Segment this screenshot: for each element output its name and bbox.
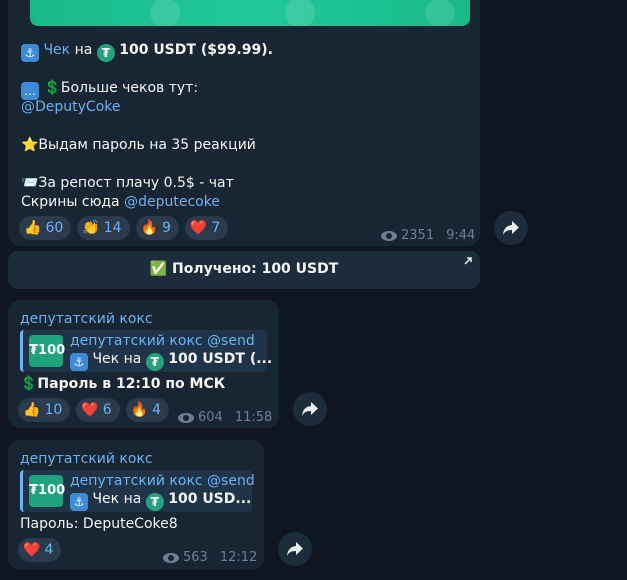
reaction-heart[interactable]: ❤️ 6	[76, 398, 120, 422]
sender-name[interactable]: депутатский кокс	[20, 451, 153, 467]
quote-amount: 100 USDT (...	[168, 351, 273, 367]
message-body: 💲Пароль в 12:10 по МСК	[20, 376, 226, 392]
screens-line: Скрины сюда @deputecoke	[21, 193, 220, 212]
reaction-glyph: 👍	[24, 220, 42, 236]
quote-amount: 100 USD...	[168, 491, 252, 507]
message-time: 11:58	[234, 410, 273, 425]
tether-icon: ₮	[96, 44, 115, 62]
tether-watermark-icon	[425, 0, 455, 26]
reaction-glyph: ❤️	[23, 542, 41, 558]
mention-deputycoke[interactable]: @DeputyCoke	[21, 98, 121, 117]
message-time: 12:12	[219, 550, 258, 565]
reaction-count: 60	[45, 220, 64, 236]
mention-deputecoke[interactable]: @deputecoke	[124, 194, 220, 210]
tether-icon: ₮	[145, 493, 164, 511]
reaction-count: 10	[44, 402, 63, 418]
message-bubble-3: депутатский кокс ₮100 депутатский кокс @…	[8, 440, 264, 570]
inline-button-received[interactable]: ✅ Получено: 100 USDT	[8, 251, 480, 289]
message-bubble-2: депутатский кокс ₮100 депутатский кокс @…	[8, 300, 279, 428]
share-arrow-icon	[503, 221, 519, 235]
quote-text: Чек на	[92, 351, 142, 367]
views-eye-icon	[178, 412, 194, 423]
reaction-glyph: ❤️	[81, 402, 99, 418]
reaction-count: 4	[44, 542, 54, 558]
more-checks-text: 💲Больше чеков тут:	[43, 80, 199, 96]
more-checks-line: … 💲Больше чеков тут:	[21, 79, 198, 100]
reaction-count: 6	[102, 402, 112, 418]
forwarded-quote[interactable]: ₮100 депутатский кокс @send ⚓ Чек на ₮ 1…	[20, 470, 255, 512]
message-meta: 2351 9:44	[381, 228, 475, 243]
reaction-thumbs-up[interactable]: 👍 10	[18, 398, 71, 422]
check-line: ⚓ Чек на ₮ 100 USDT ($99.99).	[21, 41, 273, 62]
reaction-glyph: 🔥	[130, 402, 149, 418]
reaction-fire[interactable]: 🔥 9	[135, 216, 179, 240]
reaction-heart[interactable]: ❤️ 4	[18, 538, 62, 562]
message-bubble-1: ⚓ Чек на ₮ 100 USDT ($99.99). … 💲Больше …	[8, 0, 480, 246]
tether-watermark-icon	[285, 0, 315, 26]
sender-name[interactable]: депутатский кокс	[20, 311, 153, 327]
views-eye-icon	[381, 230, 397, 241]
message-time: 9:44	[446, 228, 476, 243]
reaction-clap[interactable]: 👏 14	[77, 216, 130, 240]
reaction-glyph: 👍	[23, 402, 41, 418]
reaction-glyph: 👏	[82, 220, 100, 236]
quote-title: депутатский кокс @send	[70, 473, 255, 489]
reaction-count: 14	[103, 220, 122, 236]
send-bot-icon: ⚓	[70, 353, 88, 371]
check-thumbnail: ₮100	[29, 335, 65, 367]
send-bot-icon: ⚓	[70, 493, 88, 511]
inline-button-label: ✅ Получено: 100 USDT	[149, 261, 339, 277]
reaction-fire[interactable]: 🔥 4	[125, 398, 169, 422]
reactions-row: 👍 60 👏 14 🔥 9 ❤️ 7	[19, 216, 229, 240]
message-meta: 604 11:58	[178, 410, 272, 425]
screens-text: Скрины сюда	[21, 194, 120, 210]
check-amount: 100 USDT ($99.99).	[119, 42, 273, 58]
views-count: 604	[198, 410, 223, 425]
reaction-count: 4	[152, 402, 161, 418]
message-meta: 563 12:12	[163, 550, 257, 565]
check-image-preview[interactable]	[30, 0, 470, 26]
share-button[interactable]	[494, 211, 528, 245]
reaction-count: 7	[211, 220, 221, 236]
views-eye-icon	[163, 552, 179, 563]
views-count: 2351	[401, 228, 435, 243]
password-note: ⭐Выдам пароль на 35 реакций	[21, 137, 256, 153]
quote-text: Чек на	[92, 491, 142, 507]
reactions-row: ❤️ 4	[18, 538, 62, 562]
message-body: Пароль: DeputeCoke8	[20, 516, 178, 532]
reaction-glyph: ❤️	[189, 220, 208, 236]
views-count: 563	[183, 550, 208, 565]
quote-title: депутатский кокс @send	[70, 333, 255, 349]
send-bot-icon: ⚓	[21, 44, 39, 62]
quote-text-line: ⚓ Чек на ₮ 100 USD...	[70, 491, 251, 511]
reactions-row: 👍 10 ❤️ 6 🔥 4	[18, 398, 169, 422]
tether-icon: ₮	[145, 353, 164, 371]
forwarded-quote[interactable]: ₮100 депутатский кокс @send ⚓ Чек на ₮ 1…	[20, 330, 272, 372]
share-button[interactable]	[278, 532, 312, 566]
tether-watermark-icon	[150, 0, 180, 26]
reaction-thumbs-up[interactable]: 👍 60	[19, 216, 72, 240]
repost-note: 📨За репост плачу 0.5$ - чат	[21, 175, 234, 191]
share-arrow-icon	[302, 402, 318, 416]
reaction-glyph: 🔥	[140, 220, 158, 236]
quote-text-line: ⚓ Чек на ₮ 100 USDT (...	[70, 351, 272, 371]
share-button[interactable]	[293, 392, 327, 426]
check-thumbnail: ₮100	[29, 475, 65, 507]
external-link-arrow-icon	[464, 257, 472, 265]
reaction-count: 9	[161, 220, 171, 236]
reaction-heart[interactable]: ❤️ 7	[184, 216, 229, 240]
check-middle-text: на	[74, 42, 93, 58]
share-arrow-icon	[287, 542, 303, 556]
check-link[interactable]: Чек	[43, 42, 70, 58]
